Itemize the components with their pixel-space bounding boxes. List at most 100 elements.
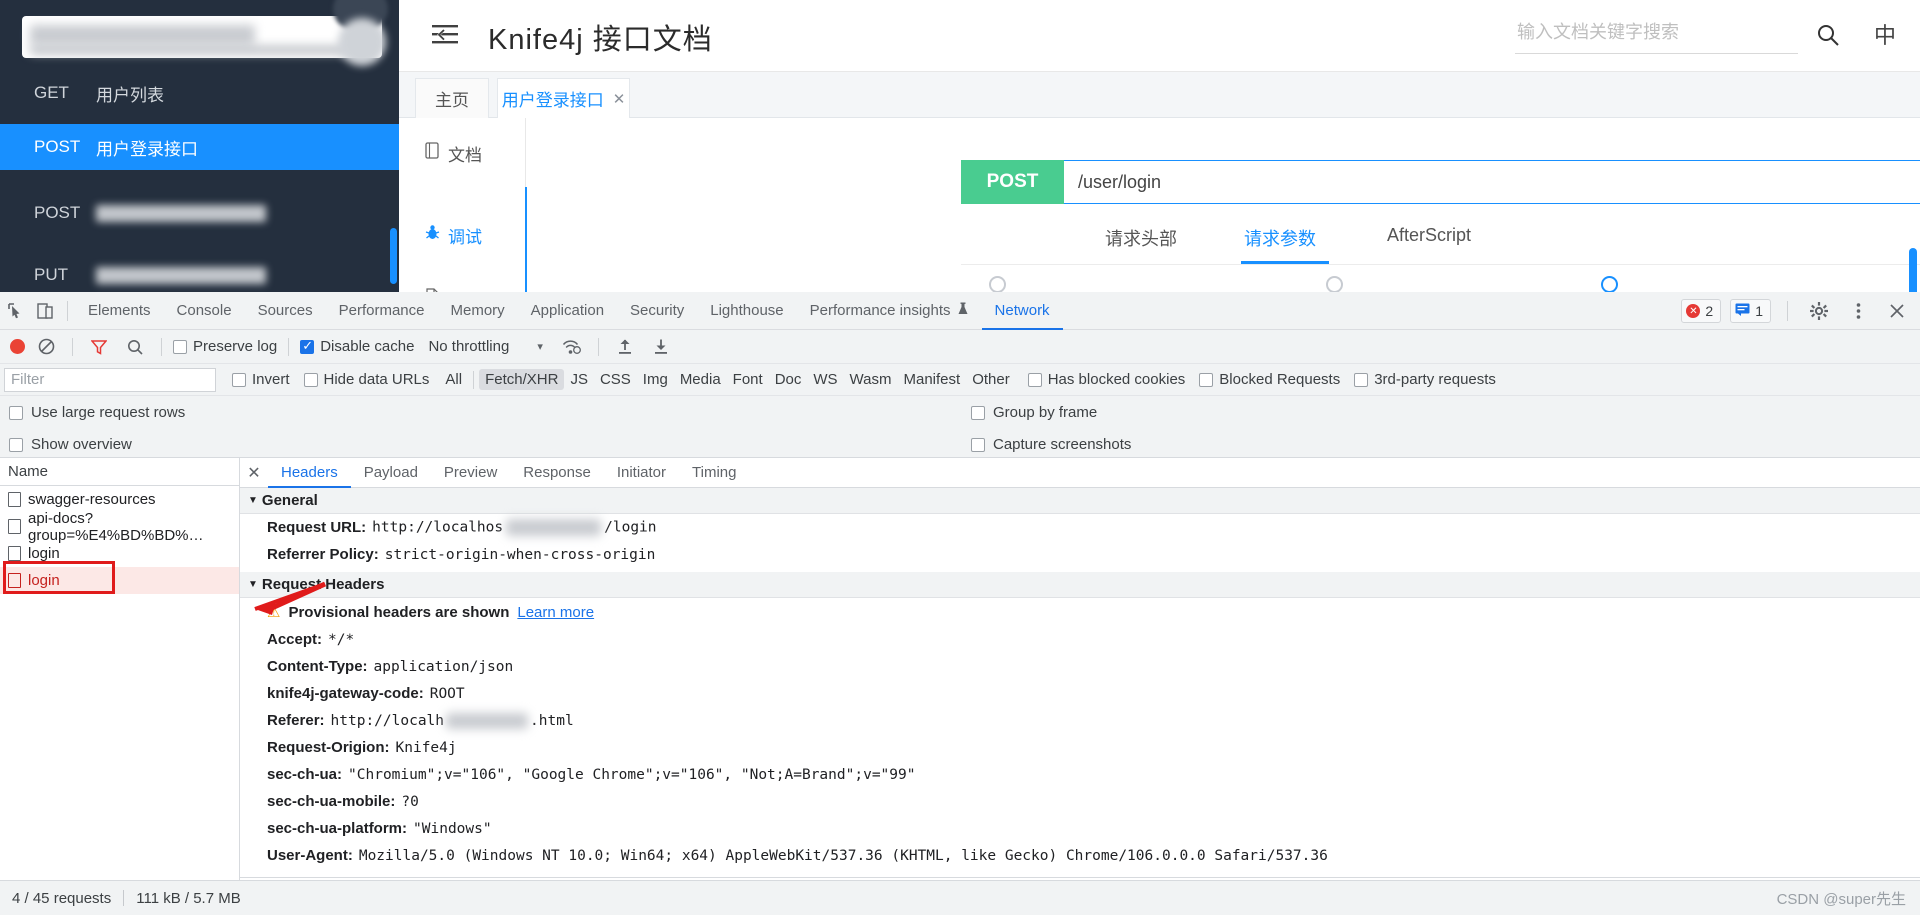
group-by-frame-checkbox[interactable]: Group by frame (971, 404, 1097, 421)
tab-performance[interactable]: Performance (326, 292, 438, 330)
disable-cache-checkbox[interactable]: Disable cache (300, 338, 414, 355)
redacted-search-text-2 (30, 46, 350, 54)
tab-preview[interactable]: Preview (431, 458, 510, 488)
nav-item-open-doc[interactable]: Open (399, 281, 525, 292)
nav-label: 调试 (448, 227, 482, 247)
nav-item-doc[interactable]: 文档 (399, 135, 525, 171)
sidebar-item-user-list[interactable]: GET 用户列表 (0, 70, 399, 116)
kebab-menu-icon[interactable] (1843, 298, 1873, 324)
filter-type-media[interactable]: Media (674, 369, 727, 390)
request-url-input[interactable]: /user/login (1064, 160, 1920, 204)
knife4j-scrollbar[interactable] (1909, 248, 1917, 292)
nav-item-debug[interactable]: 调试 (399, 217, 525, 253)
blocked-requests-checkbox[interactable]: Blocked Requests (1199, 371, 1340, 388)
tab-response[interactable]: Response (510, 458, 604, 488)
gear-icon[interactable] (1804, 298, 1834, 324)
throttling-dropdown[interactable]: No throttling ▾ (428, 338, 542, 355)
close-icon[interactable] (1882, 298, 1912, 324)
filter-type-ws[interactable]: WS (807, 369, 843, 390)
hide-data-urls-checkbox[interactable]: Hide data URLs (303, 371, 429, 388)
capture-screenshots-checkbox[interactable]: Capture screenshots (971, 436, 1131, 453)
close-icon[interactable]: ✕ (613, 90, 626, 108)
clear-icon[interactable] (31, 334, 61, 360)
tab-application[interactable]: Application (518, 292, 617, 330)
filter-type-all[interactable]: All (439, 369, 468, 390)
checkbox-box (1027, 372, 1042, 387)
sidebar-item-redacted-1[interactable]: POST (0, 190, 399, 236)
header-row-referer: Referer: http://localh .html (240, 707, 1920, 734)
preserve-log-checkbox[interactable]: Preserve log (173, 338, 277, 355)
record-stop-icon[interactable] (10, 339, 25, 354)
has-blocked-cookies-checkbox[interactable]: Has blocked cookies (1027, 371, 1185, 388)
filter-type-fetch-xhr[interactable]: Fetch/XHR (479, 369, 565, 390)
filter-type-js[interactable]: JS (564, 369, 594, 390)
radio-option-1[interactable] (989, 276, 1006, 292)
toolbar-divider (1787, 301, 1788, 321)
learn-more-link[interactable]: Learn more (517, 604, 594, 621)
filter-type-img[interactable]: Img (637, 369, 674, 390)
collapse-menu-icon[interactable] (432, 23, 458, 47)
tab-security[interactable]: Security (617, 292, 697, 330)
tab-elements[interactable]: Elements (75, 292, 164, 330)
tab-headers[interactable]: Headers (268, 458, 351, 488)
tab-home[interactable]: 主页 (415, 78, 489, 118)
header-row-sec-ch-ua-platform: sec-ch-ua-platform: "Windows" (240, 815, 1920, 842)
tab-request-headers[interactable]: 请求头部 (1105, 225, 1177, 251)
search-icon[interactable] (120, 334, 150, 360)
close-icon[interactable]: ✕ (240, 463, 268, 483)
inspect-element-icon[interactable] (0, 298, 30, 324)
section-request-headers-header[interactable]: ▼ Request Headers (240, 572, 1920, 598)
third-party-requests-checkbox[interactable]: 3rd-party requests (1354, 371, 1496, 388)
filter-funnel-icon[interactable] (84, 334, 114, 360)
language-toggle[interactable]: 中 (1874, 18, 1896, 50)
export-har-icon[interactable] (646, 334, 676, 360)
radio-option-2[interactable] (1326, 276, 1343, 292)
tab-afterscript[interactable]: AfterScript (1387, 225, 1471, 246)
device-toolbar-icon[interactable] (30, 298, 60, 324)
invert-checkbox[interactable]: Invert (232, 371, 290, 388)
filter-type-font[interactable]: Font (727, 369, 769, 390)
tab-user-login[interactable]: 用户登录接口 ✕ (497, 78, 630, 118)
filter-input[interactable]: Filter (4, 367, 216, 392)
header-value: "Chromium";v="106", "Google Chrome";v="1… (348, 766, 916, 783)
radio-option-3[interactable] (1601, 276, 1618, 292)
tab-performance-insights[interactable]: Performance insights (797, 292, 982, 330)
header-key: sec-ch-ua-mobile: (267, 793, 396, 810)
tab-lighthouse[interactable]: Lighthouse (697, 292, 796, 330)
list-item[interactable]: api-docs?group=%E4%BD%BD%… (0, 510, 239, 544)
sidebar-search-area (0, 0, 399, 70)
header-key: sec-ch-ua-platform: (267, 820, 408, 837)
error-count: 2 (1705, 303, 1714, 319)
section-general-header[interactable]: ▼ General (240, 488, 1920, 514)
import-har-icon[interactable] (610, 334, 640, 360)
filter-type-manifest[interactable]: Manifest (898, 369, 967, 390)
tab-timing[interactable]: Timing (679, 458, 749, 488)
provisional-headers-warning: ⚠ Provisional headers are shown Learn mo… (240, 598, 1920, 626)
tab-console[interactable]: Console (164, 292, 245, 330)
tab-network[interactable]: Network (982, 292, 1063, 330)
sidebar-item-user-login[interactable]: POST 用户登录接口 (0, 124, 399, 170)
filter-type-css[interactable]: CSS (594, 369, 637, 390)
network-conditions-icon[interactable] (557, 334, 587, 360)
tab-initiator[interactable]: Initiator (604, 458, 679, 488)
tab-memory[interactable]: Memory (437, 292, 517, 330)
tab-sources[interactable]: Sources (245, 292, 326, 330)
sidebar-search-input[interactable] (22, 16, 382, 58)
tab-payload[interactable]: Payload (351, 458, 431, 488)
use-large-request-rows-checkbox[interactable]: Use large request rows (9, 404, 185, 421)
doc-search-field[interactable] (1515, 18, 1798, 54)
message-count-badge[interactable]: 1 (1730, 299, 1771, 323)
api-method-label: POST (34, 203, 81, 222)
param-type-radio-group (961, 270, 1920, 292)
show-overview-checkbox[interactable]: Show overview (9, 436, 132, 453)
sidebar-item-redacted-2[interactable]: PUT (0, 252, 399, 292)
sidebar-scrollbar[interactable] (390, 228, 397, 284)
filter-type-other[interactable]: Other (966, 369, 1016, 390)
filter-type-doc[interactable]: Doc (769, 369, 808, 390)
search-icon[interactable] (1816, 23, 1840, 52)
filter-type-wasm[interactable]: Wasm (844, 369, 898, 390)
tab-request-params[interactable]: 请求参数 (1244, 225, 1316, 251)
error-count-badge[interactable]: ✕ 2 (1681, 299, 1722, 323)
search-input[interactable] (1515, 18, 1798, 43)
header-key: sec-ch-ua: (267, 766, 343, 783)
